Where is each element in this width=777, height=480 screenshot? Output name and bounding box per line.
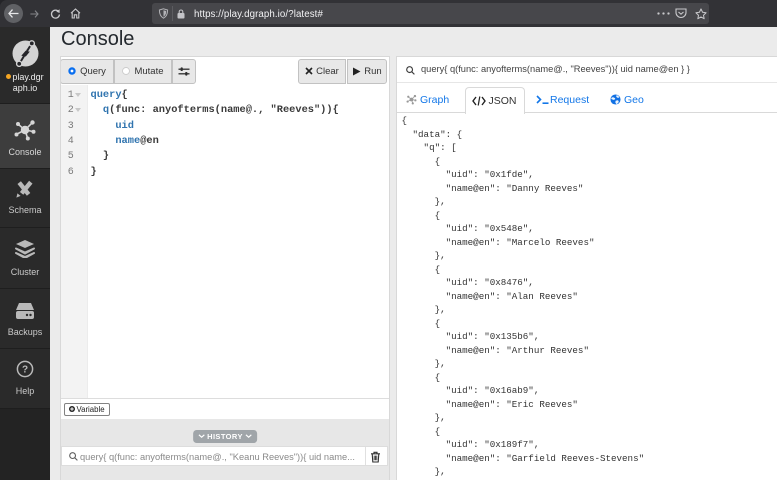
svg-text:?: ? xyxy=(22,365,28,376)
